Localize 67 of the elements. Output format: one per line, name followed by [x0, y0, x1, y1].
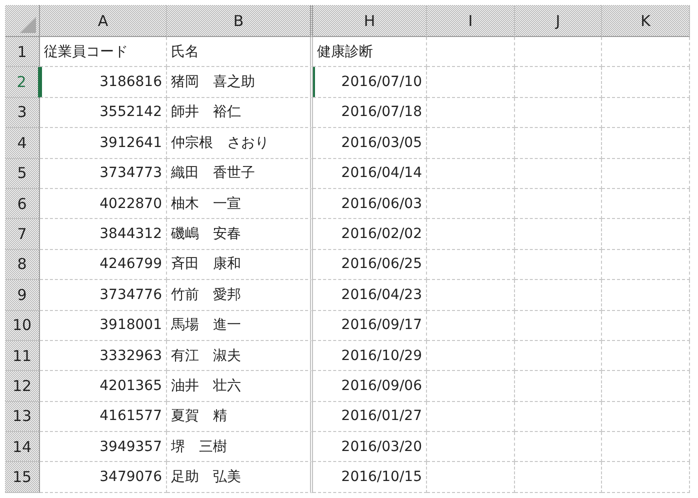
- table-cell: 4161577: [40, 402, 167, 432]
- table-cell: 2016/03/20: [313, 432, 427, 462]
- table-cell: 竹前 愛邦: [167, 280, 313, 311]
- table-cell: 師井 裕仁: [167, 98, 313, 128]
- row-header[interactable]: 6: [5, 188, 40, 220]
- table-cell: 2016/07/10: [313, 67, 427, 98]
- triangle-icon: [20, 17, 36, 33]
- table-cell: 柚木 一宣: [167, 188, 313, 220]
- column-header[interactable]: B: [167, 5, 313, 37]
- table-cell: 有江 淑夫: [167, 340, 313, 372]
- table-cell: 2016/06/03: [313, 188, 427, 220]
- row-header[interactable]: 12: [5, 371, 40, 402]
- table-cell: 2016/07/18: [313, 98, 427, 128]
- table-cell: 氏名: [167, 37, 313, 68]
- table-cell: 3949357: [40, 432, 167, 462]
- row-header[interactable]: 1: [5, 37, 40, 68]
- table-cell: 仲宗根 さおり: [167, 128, 313, 159]
- column-header[interactable]: A: [40, 5, 167, 37]
- table-cell: 3734773: [40, 158, 167, 189]
- row-header[interactable]: 5: [5, 158, 40, 189]
- table-cell: 2016/04/23: [313, 280, 427, 311]
- table-cell: 2016/02/02: [313, 219, 427, 250]
- table-cell: 猪岡 喜之助: [167, 67, 313, 98]
- table-cell: 織田 香世子: [167, 158, 313, 189]
- row-header[interactable]: 14: [5, 432, 40, 462]
- table-cell: 2016/03/05: [313, 128, 427, 159]
- table-cell: 3844312: [40, 219, 167, 250]
- table-cell: 馬場 進一: [167, 310, 313, 341]
- table-cell: 4246799: [40, 250, 167, 280]
- table-cell: 健康診断: [313, 37, 427, 68]
- table-cell: 油井 壮六: [167, 371, 313, 402]
- table-cell: 3186816: [40, 67, 167, 98]
- row-header[interactable]: 11: [5, 340, 40, 372]
- table-cell: 2016/04/14: [313, 158, 427, 189]
- column-header[interactable]: K: [602, 5, 690, 37]
- row-header[interactable]: 7: [5, 219, 40, 250]
- table-cell: 2016/10/15: [313, 462, 427, 493]
- table-cell: 2016/09/17: [313, 310, 427, 341]
- column-header[interactable]: I: [427, 5, 515, 37]
- table-cell: 2016/01/27: [313, 402, 427, 432]
- table-cell: 斉田 康和: [167, 250, 313, 280]
- row-header[interactable]: 4: [5, 128, 40, 159]
- row-header[interactable]: 10: [5, 310, 40, 341]
- table-cell: 2016/10/29: [313, 340, 427, 372]
- table-cell: 夏賀 精: [167, 402, 313, 432]
- row-header[interactable]: 9: [5, 280, 40, 311]
- table-cell: 4022870: [40, 188, 167, 220]
- row-header[interactable]: 3: [5, 98, 40, 128]
- table-cell: 3479076: [40, 462, 167, 493]
- table-cell: 3332963: [40, 340, 167, 372]
- table-cell: 従業員コード: [40, 37, 167, 68]
- table-cell: 磯嶋 安春: [167, 219, 313, 250]
- table-cell: 足助 弘美: [167, 462, 313, 493]
- row-header[interactable]: 13: [5, 402, 40, 432]
- select-all-corner[interactable]: [5, 5, 40, 37]
- row-header[interactable]: 15: [5, 462, 40, 493]
- column-header[interactable]: J: [515, 5, 602, 37]
- table-cell: 3918001: [40, 310, 167, 341]
- table-cell: 3912641: [40, 128, 167, 159]
- row-header[interactable]: 8: [5, 250, 40, 280]
- table-cell: 4201365: [40, 371, 167, 402]
- table-cell: 堺 三樹: [167, 432, 313, 462]
- column-header[interactable]: H: [313, 5, 427, 37]
- table-cell: 2016/06/25: [313, 250, 427, 280]
- table-cell: 3552142: [40, 98, 167, 128]
- table-cell: 3734776: [40, 280, 167, 311]
- table-cell: 2016/09/06: [313, 371, 427, 402]
